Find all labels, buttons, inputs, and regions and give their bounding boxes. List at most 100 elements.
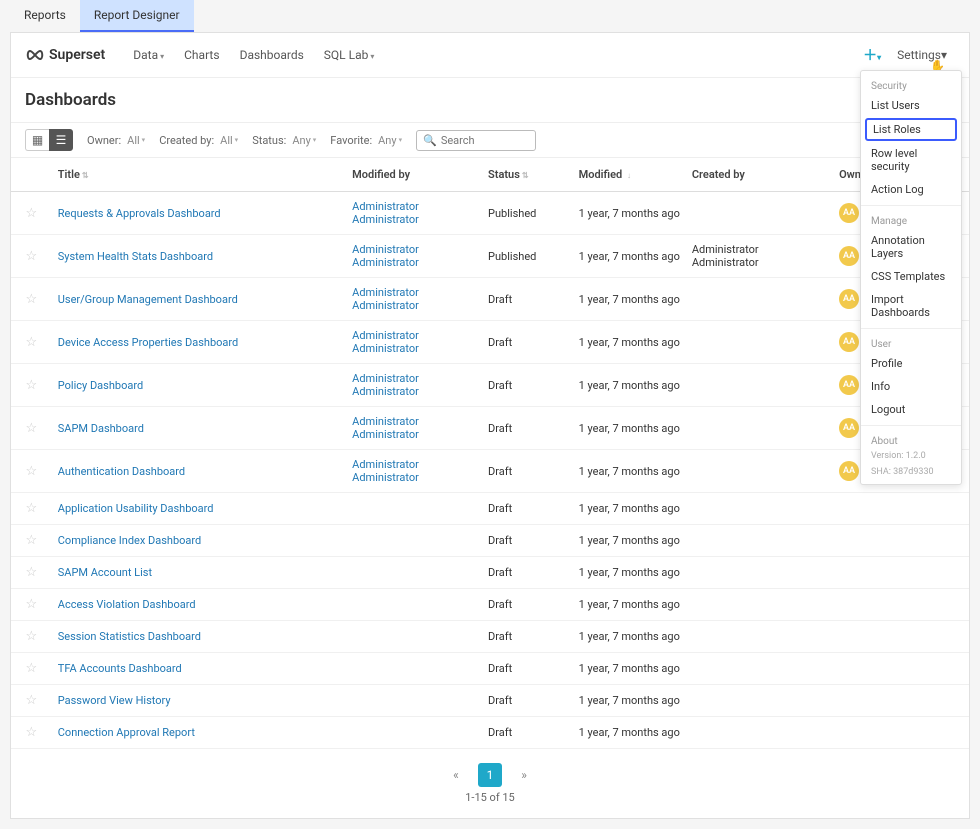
star-icon[interactable]: ☆ [26, 661, 38, 676]
page-next[interactable]: » [512, 763, 536, 787]
owner-avatar[interactable]: AA [839, 461, 859, 481]
settings-menu[interactable]: Settings▾ [889, 44, 955, 66]
modified-by-link[interactable]: Administrator Administrator [352, 200, 419, 226]
col-modified-by[interactable]: Modified by [346, 158, 482, 192]
status-cell: Draft [482, 685, 573, 717]
menu-import-dashboards[interactable]: Import Dashboards [861, 288, 961, 324]
owner-avatar[interactable]: AA [839, 332, 859, 352]
filter-bar: ▦ ☰ Owner: All ▾ Created by: All ▾ Statu… [11, 122, 969, 158]
menu-annotation-layers[interactable]: Annotation Layers [861, 229, 961, 265]
star-icon[interactable]: ☆ [26, 292, 38, 307]
star-icon[interactable]: ☆ [26, 597, 38, 612]
col-title[interactable]: Title⇅ [52, 158, 346, 192]
star-icon[interactable]: ☆ [26, 533, 38, 548]
dashboard-title-link[interactable]: SAPM Account List [58, 566, 152, 579]
menu-css-templates[interactable]: CSS Templates [861, 265, 961, 288]
filter-owner[interactable]: Owner: All ▾ [87, 134, 145, 147]
owner-avatar[interactable]: AA [839, 418, 859, 438]
dashboard-title-link[interactable]: Connection Approval Report [58, 726, 195, 739]
nav-sqllab[interactable]: SQL Lab▾ [314, 44, 385, 66]
tab-reports[interactable]: Reports [10, 0, 80, 32]
dashboard-title-link[interactable]: Compliance Index Dashboard [58, 534, 201, 547]
add-button[interactable]: ＋▾ [855, 41, 889, 69]
dashboard-title-link[interactable]: Password View History [58, 694, 171, 707]
star-icon[interactable]: ☆ [26, 629, 38, 644]
dd-section-security: Security [861, 75, 961, 94]
search-input[interactable] [441, 134, 531, 147]
created-by-cell [686, 493, 833, 525]
modified-by-link[interactable]: Administrator Administrator [352, 286, 419, 312]
dashboard-title-link[interactable]: SAPM Dashboard [58, 422, 144, 435]
modified-by-link[interactable]: Administrator Administrator [352, 415, 419, 441]
filter-createdby[interactable]: Created by: All ▾ [159, 134, 238, 147]
owner-avatar[interactable]: AA [839, 203, 859, 223]
owner-avatar[interactable]: AA [839, 246, 859, 266]
nav-dashboards[interactable]: Dashboards [230, 44, 314, 66]
star-icon[interactable]: ☆ [26, 421, 38, 436]
col-modified[interactable]: Modified ↓ [573, 158, 686, 192]
dashboard-title-link[interactable]: Policy Dashboard [58, 379, 143, 392]
created-by-cell [686, 525, 833, 557]
menu-list-users[interactable]: List Users [861, 94, 961, 117]
view-toggle: ▦ ☰ [25, 129, 73, 151]
filter-status[interactable]: Status: Any ▾ [252, 134, 316, 147]
sort-icon: ⇅ [522, 171, 529, 180]
star-icon[interactable]: ☆ [26, 501, 38, 516]
dashboard-title-link[interactable]: Authentication Dashboard [58, 465, 185, 478]
table-row: ☆Access Violation DashboardDraft1 year, … [11, 589, 969, 621]
star-icon[interactable]: ☆ [26, 249, 38, 264]
grid-icon: ▦ [32, 133, 43, 147]
dashboard-title-link[interactable]: TFA Accounts Dashboard [58, 662, 182, 675]
modified-by-link[interactable]: Administrator Administrator [352, 243, 419, 269]
dashboard-title-link[interactable]: Requests & Approvals Dashboard [58, 207, 221, 220]
modified-by-link[interactable]: Administrator Administrator [352, 458, 419, 484]
dashboard-title-link[interactable]: Session Statistics Dashboard [58, 630, 201, 643]
dashboard-title-link[interactable]: User/Group Management Dashboard [58, 293, 238, 306]
status-cell: Draft [482, 589, 573, 621]
star-icon[interactable]: ☆ [26, 693, 38, 708]
tab-report-designer[interactable]: Report Designer [80, 0, 194, 32]
sort-icon: ⇅ [82, 171, 89, 180]
star-icon[interactable]: ☆ [26, 565, 38, 580]
status-cell: Draft [482, 364, 573, 407]
infinity-icon [25, 49, 45, 61]
dashboard-title-link[interactable]: Access Violation Dashboard [58, 598, 196, 611]
star-icon[interactable]: ☆ [26, 378, 38, 393]
list-view-button[interactable]: ☰ [49, 129, 73, 151]
modified-by-link[interactable]: Administrator Administrator [352, 372, 419, 398]
about-sha: SHA: 387d9330 [861, 465, 961, 481]
dashboard-title-link[interactable]: Device Access Properties Dashboard [58, 336, 238, 349]
chevron-down-icon: ▾ [160, 52, 164, 61]
menu-row-level-security[interactable]: Row level security [861, 142, 961, 178]
nav-data[interactable]: Data▾ [123, 44, 174, 66]
menu-action-log[interactable]: Action Log [861, 178, 961, 201]
menu-list-roles[interactable]: List Roles [865, 118, 957, 141]
nav-charts[interactable]: Charts [174, 44, 229, 66]
menu-profile[interactable]: Profile [861, 352, 961, 375]
brand-logo[interactable]: Superset [25, 47, 105, 63]
created-by-cell [686, 407, 833, 450]
owner-avatar[interactable]: AA [839, 289, 859, 309]
page-prev[interactable]: « [444, 763, 468, 787]
created-by-cell: Administrator Administrator [686, 235, 833, 278]
star-icon[interactable]: ☆ [26, 206, 38, 221]
modified-cell: 1 year, 7 months ago [573, 235, 686, 278]
star-icon[interactable]: ☆ [26, 335, 38, 350]
created-by-cell [686, 589, 833, 621]
status-cell: Published [482, 192, 573, 235]
dashboard-title-link[interactable]: Application Usability Dashboard [58, 502, 214, 515]
star-icon[interactable]: ☆ [26, 725, 38, 740]
star-icon[interactable]: ☆ [26, 464, 38, 479]
page-1[interactable]: 1 [478, 763, 502, 787]
menu-info[interactable]: Info [861, 375, 961, 398]
owner-avatar[interactable]: AA [839, 375, 859, 395]
col-created-by[interactable]: Created by [686, 158, 833, 192]
modified-by-link[interactable]: Administrator Administrator [352, 329, 419, 355]
col-status[interactable]: Status⇅ [482, 158, 573, 192]
grid-view-button[interactable]: ▦ [25, 129, 49, 151]
menu-logout[interactable]: Logout [861, 398, 961, 421]
filter-favorite[interactable]: Favorite: Any ▾ [330, 134, 402, 147]
modified-cell: 1 year, 7 months ago [573, 278, 686, 321]
modified-cell: 1 year, 7 months ago [573, 192, 686, 235]
dashboard-title-link[interactable]: System Health Stats Dashboard [58, 250, 213, 263]
